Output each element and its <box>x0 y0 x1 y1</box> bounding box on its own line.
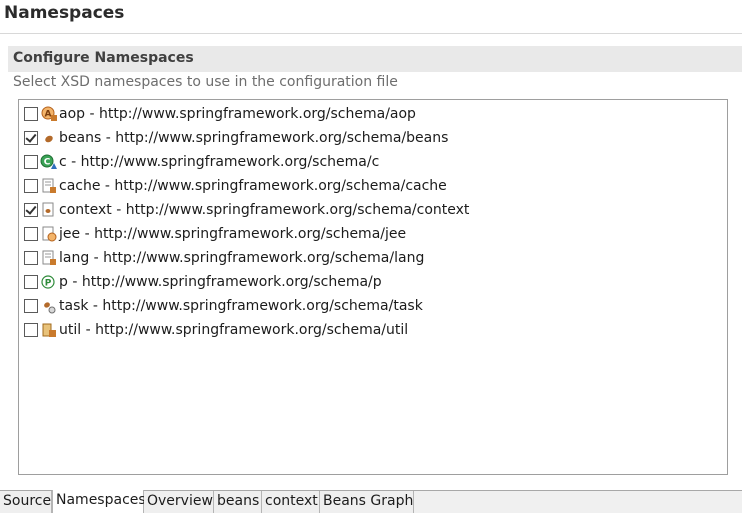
context-namespace-icon <box>42 202 54 217</box>
title-divider <box>0 33 742 34</box>
tab-context[interactable]: context <box>262 491 320 513</box>
svg-text:P: P <box>45 279 52 289</box>
bean-namespace-icon <box>45 135 53 143</box>
namespace-item-aop[interactable]: A aop - http://www.springframework.org/s… <box>24 102 624 126</box>
section-title: Configure Namespaces <box>13 50 194 66</box>
namespace-label: c - http://www.springframework.org/schem… <box>59 154 380 170</box>
namespace-item-util[interactable]: util - http://www.springframework.org/sc… <box>24 318 624 342</box>
namespace-item-beans[interactable]: beans - http://www.springframework.org/s… <box>24 126 624 150</box>
namespace-checkbox[interactable] <box>24 227 38 241</box>
section-header: Configure Namespaces <box>8 46 742 72</box>
namespace-list[interactable]: A aop - http://www.springframework.org/s… <box>18 99 728 475</box>
namespace-item-p[interactable]: P p - http://www.springframework.org/sch… <box>24 270 624 294</box>
namespace-label: cache - http://www.springframework.org/s… <box>59 178 447 194</box>
aop-namespace-icon: A <box>41 106 57 121</box>
namespace-label: p - http://www.springframework.org/schem… <box>59 274 382 290</box>
namespace-checkbox[interactable] <box>24 251 38 265</box>
namespace-item-lang[interactable]: lang - http://www.springframework.org/sc… <box>24 246 624 270</box>
namespace-label: context - http://www.springframework.org… <box>59 202 470 218</box>
editor-tab-bar: Source Namespaces Overview beans context… <box>0 490 742 513</box>
namespace-checkbox[interactable] <box>24 299 38 313</box>
namespace-item-c[interactable]: C c - http://www.springframework.org/sch… <box>24 150 624 174</box>
section-description: Select XSD namespaces to use in the conf… <box>13 74 398 90</box>
namespace-label: aop - http://www.springframework.org/sch… <box>59 106 416 122</box>
namespace-label: jee - http://www.springframework.org/sch… <box>59 226 407 242</box>
svg-text:A: A <box>45 110 52 120</box>
util-namespace-icon <box>42 323 56 337</box>
namespace-label: util - http://www.springframework.org/sc… <box>59 322 409 338</box>
namespace-label: lang - http://www.springframework.org/sc… <box>59 250 425 266</box>
tab-namespaces[interactable]: Namespaces <box>52 490 146 513</box>
tab-beans-graph[interactable]: Beans Graph <box>320 491 414 513</box>
task-namespace-icon <box>44 302 56 314</box>
namespace-checkbox[interactable] <box>24 323 38 337</box>
c-namespace-icon: C <box>40 154 57 169</box>
namespace-item-jee[interactable]: jee - http://www.springframework.org/sch… <box>24 222 624 246</box>
tab-beans[interactable]: beans <box>214 491 262 513</box>
namespace-item-context[interactable]: context - http://www.springframework.org… <box>24 198 624 222</box>
namespace-checkbox[interactable] <box>24 131 38 145</box>
namespace-checkbox[interactable] <box>24 275 38 289</box>
p-namespace-icon: P <box>41 275 55 289</box>
namespace-item-task[interactable]: task - http://www.springframework.org/sc… <box>24 294 624 318</box>
lang-namespace-icon <box>42 250 56 265</box>
namespace-label: task - http://www.springframework.org/sc… <box>59 298 423 314</box>
namespace-label: beans - http://www.springframework.org/s… <box>59 130 449 146</box>
namespace-checkbox[interactable] <box>24 155 38 169</box>
namespace-checkbox[interactable] <box>24 179 38 193</box>
cache-namespace-icon <box>42 178 56 193</box>
namespace-item-cache[interactable]: cache - http://www.springframework.org/s… <box>24 174 624 198</box>
tab-overview[interactable]: Overview <box>144 491 214 513</box>
jee-namespace-icon <box>42 226 57 242</box>
namespaces-editor: Namespaces Configure Namespaces Select X… <box>0 0 742 513</box>
namespace-checkbox[interactable] <box>24 203 38 217</box>
svg-text:C: C <box>44 158 51 168</box>
namespace-checkbox[interactable] <box>24 107 38 121</box>
tab-source[interactable]: Source <box>0 491 52 513</box>
page-title: Namespaces <box>4 3 125 23</box>
